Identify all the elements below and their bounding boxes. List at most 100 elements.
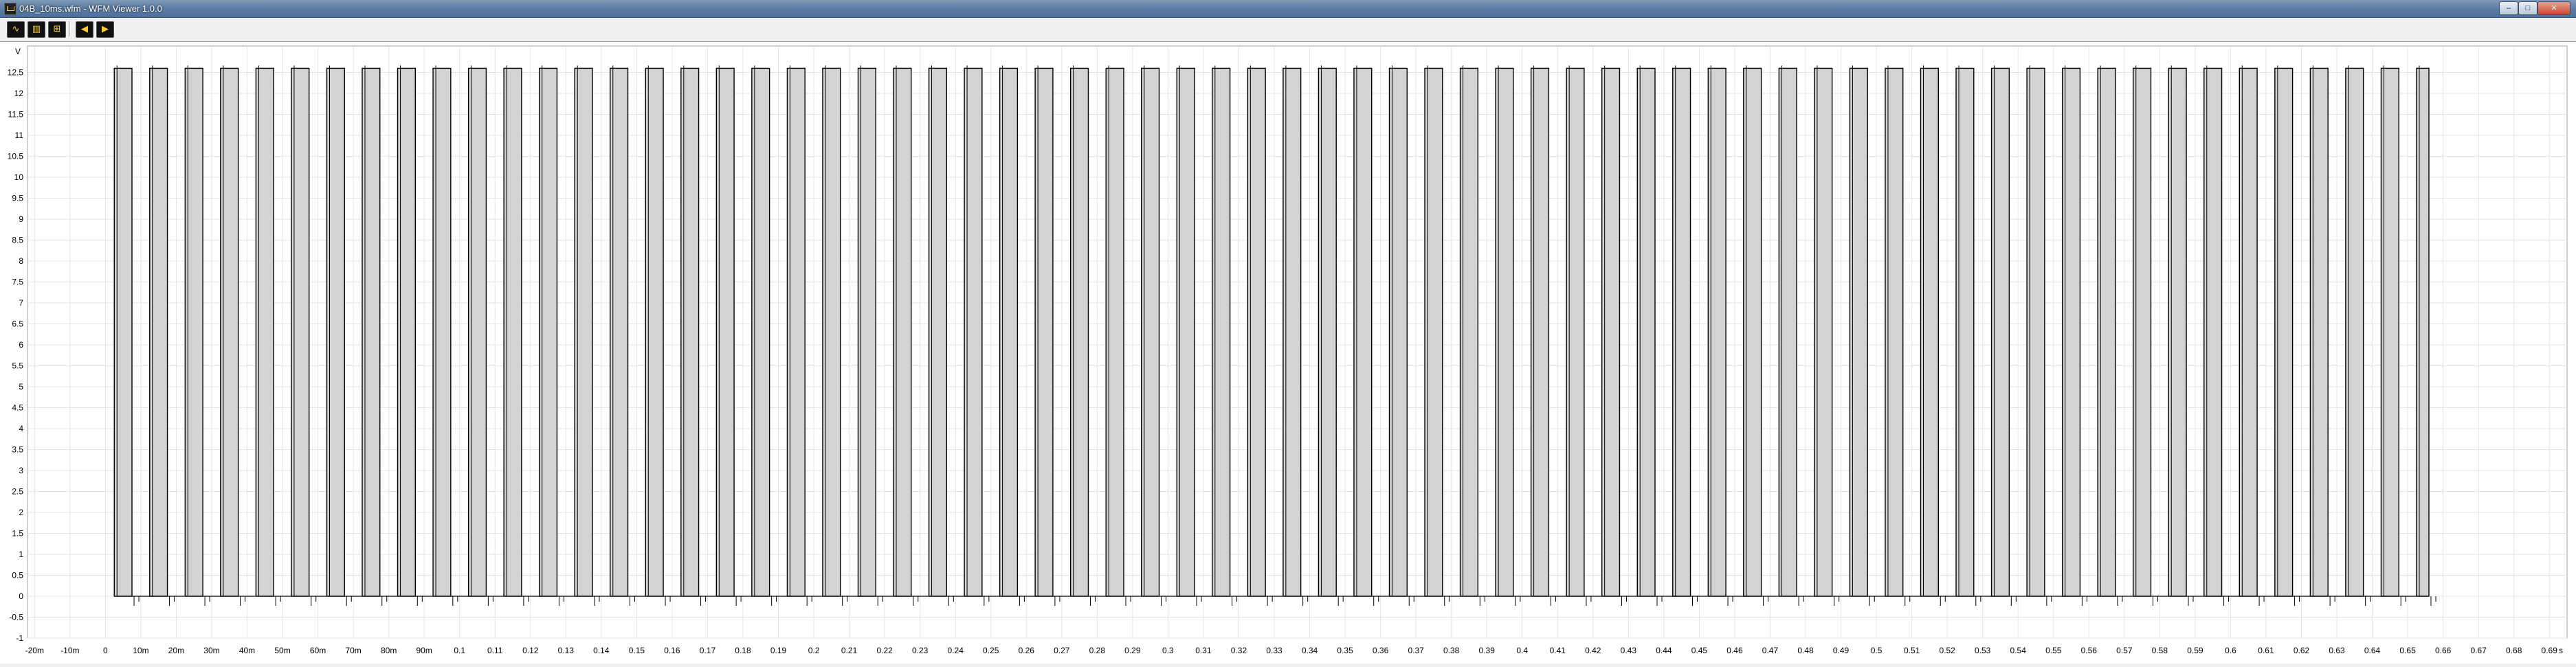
x-tick-label: 0.48: [1797, 646, 1814, 655]
x-tick-label: 0.15: [629, 646, 645, 655]
x-tick-label: 0.22: [876, 646, 893, 655]
y-tick-label: 8: [19, 256, 23, 266]
y-tick-label: -1: [16, 633, 23, 643]
title-bar: 04B_10ms.wfm - WFM Viewer 1.0.0 – □ ✕: [0, 0, 2576, 18]
x-tick-label: 0.18: [735, 646, 751, 655]
x-tick-label: 70m: [345, 646, 361, 655]
x-tick-label: 0.64: [2364, 646, 2381, 655]
y-tick-label: 9: [19, 214, 23, 224]
x-tick-label: 0.61: [2258, 646, 2274, 655]
y-tick-label: 3.5: [12, 445, 23, 455]
y-tick-label: 5.5: [12, 361, 23, 371]
x-tick-label: 0.45: [1691, 646, 1708, 655]
x-tick-label: 0.37: [1408, 646, 1424, 655]
zoom-icon[interactable]: ⊞: [48, 21, 66, 38]
x-tick-label: 0.21: [841, 646, 858, 655]
y-tick-label: 11.5: [8, 110, 24, 120]
x-tick-label: 0.44: [1656, 646, 1672, 655]
x-tick-label: 80m: [381, 646, 397, 655]
y-axis-label: V: [15, 47, 21, 56]
x-tick-label: -10m: [60, 646, 79, 655]
x-tick-label: 0.4: [1516, 646, 1528, 655]
plot-area[interactable]: -1 -0.5 0 0.5 1 1.5 2 2.5 3 3.5 4 4.5 5 5.5 6 6.5 7 7.5 8 8…: [0, 41, 2576, 664]
x-tick-label: 0.3: [1162, 646, 1174, 655]
x-tick-label: 0.69: [2542, 646, 2558, 655]
x-tick-label: 0.1: [454, 646, 465, 655]
app-icon: [4, 3, 16, 15]
y-tick-label: 1.5: [12, 529, 23, 539]
maximize-button[interactable]: □: [2518, 1, 2538, 15]
y-tick-label: 0: [19, 591, 23, 601]
y-tick-label: 5: [19, 382, 23, 392]
y-tick-label: 2: [19, 508, 23, 517]
x-tick-label: 0: [103, 646, 108, 655]
x-tick-label: 0.35: [1337, 646, 1353, 655]
x-tick-label: 0.47: [1762, 646, 1779, 655]
y-tick-label: 0.5: [12, 571, 23, 580]
x-tick-label: 0.14: [593, 646, 610, 655]
x-tick-label: 40m: [239, 646, 255, 655]
x-tick-label: 90m: [417, 646, 432, 655]
x-tick-label: 0.12: [522, 646, 539, 655]
arrow-left-icon[interactable]: ◀: [76, 21, 93, 38]
y-tick-label: 10: [14, 172, 24, 182]
y-tick-label: 8.5: [12, 236, 23, 245]
bar-chart-icon[interactable]: ▥: [27, 21, 45, 38]
x-tick-label: 0.62: [2294, 646, 2310, 655]
y-tick-label: 12: [14, 89, 24, 98]
waveform-view-icon[interactable]: ∿: [7, 21, 25, 38]
x-tick-label: 0.39: [1479, 646, 1496, 655]
x-tick-label: 0.17: [700, 646, 716, 655]
x-tick-label: 20m: [168, 646, 184, 655]
y-tick-label: 9.5: [12, 194, 23, 203]
x-tick-label: 0.33: [1266, 646, 1283, 655]
x-tick-label: 0.5: [1871, 646, 1883, 655]
x-tick-label: 0.23: [912, 646, 929, 655]
x-tick-label: 0.54: [2010, 646, 2027, 655]
x-tick-label: 0.67: [2470, 646, 2487, 655]
x-tick-label: 0.6: [2225, 646, 2236, 655]
y-tick-label: 11: [15, 131, 24, 140]
x-tick-label: 0.26: [1019, 646, 1035, 655]
waveform-chart[interactable]: -1-0.500.511.522.533.544.555.566.577.588…: [0, 42, 2576, 664]
x-tick-label: -20m: [25, 646, 44, 655]
x-tick-label: 0.19: [770, 646, 787, 655]
y-tick-label: 3: [19, 466, 23, 475]
x-tick-label: 0.16: [664, 646, 680, 655]
x-tick-label: 0.43: [1621, 646, 1637, 655]
y-tick-label: 7: [19, 298, 23, 308]
x-tick-label: 0.42: [1585, 646, 1601, 655]
x-tick-label: 0.49: [1833, 646, 1850, 655]
close-button[interactable]: ✕: [2538, 1, 2571, 15]
x-tick-label: 0.51: [1904, 646, 1920, 655]
x-tick-label: 50m: [274, 646, 290, 655]
x-axis-label: s: [2559, 646, 2563, 655]
toolbar: ∿ ▥ ⊞ ◀ ▶: [0, 18, 2576, 42]
x-tick-label: 30m: [203, 646, 219, 655]
x-tick-label: 0.28: [1089, 646, 1106, 655]
x-tick-label: 0.53: [1975, 646, 1991, 655]
y-tick-label: 4: [19, 424, 23, 433]
y-tick-label: 2.5: [12, 487, 23, 497]
x-tick-label: 0.31: [1195, 646, 1212, 655]
x-tick-label: 0.25: [983, 646, 999, 655]
y-tick-label: 6.5: [12, 319, 23, 329]
y-tick-label: 6: [19, 340, 23, 350]
x-tick-label: 0.59: [2187, 646, 2203, 655]
x-tick-label: 0.29: [1124, 646, 1141, 655]
pulse-65: [2416, 67, 2430, 597]
y-tick-label: 1: [19, 550, 23, 559]
x-tick-label: 10m: [133, 646, 148, 655]
x-tick-label: 0.55: [2045, 646, 2062, 655]
y-tick-label: 10.5: [8, 152, 24, 161]
y-tick-label: 4.5: [12, 403, 23, 413]
x-tick-label: 0.36: [1373, 646, 1389, 655]
x-tick-label: 0.58: [2152, 646, 2168, 655]
minimize-button[interactable]: –: [2499, 1, 2518, 15]
x-tick-label: 0.24: [948, 646, 964, 655]
arrow-right-icon[interactable]: ▶: [96, 21, 114, 38]
x-tick-label: 0.38: [1443, 646, 1460, 655]
y-tick-label: -0.5: [9, 613, 23, 622]
x-tick-label: 60m: [310, 646, 326, 655]
x-tick-label: 0.27: [1054, 646, 1070, 655]
